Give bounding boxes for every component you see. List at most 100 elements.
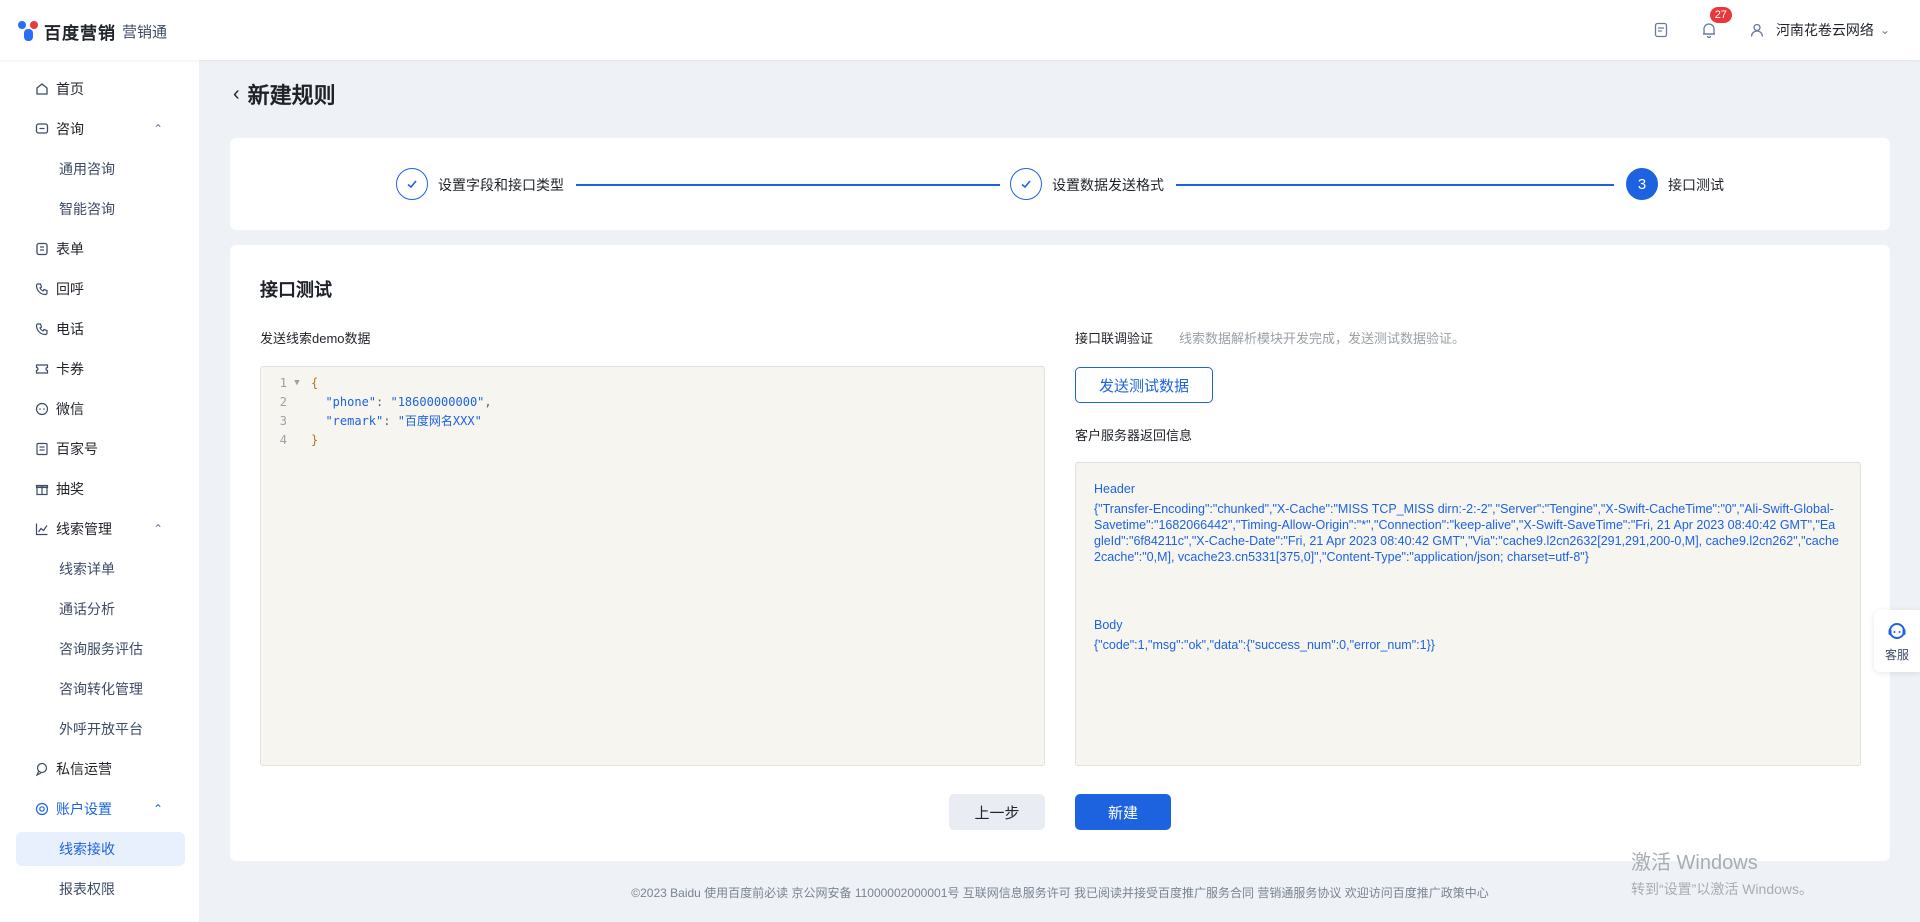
- sidebar-item-label: 回呼: [56, 281, 84, 297]
- sidebar-item-callback[interactable]: 回呼: [16, 272, 185, 306]
- chevron-up-icon: ⌃: [152, 522, 163, 536]
- brand-main: 百度营销: [44, 23, 116, 43]
- sidebar-item-label: 线索管理: [56, 521, 112, 537]
- previous-step-button[interactable]: 上一步: [949, 794, 1045, 830]
- demo-data-label: 发送线索demo数据: [260, 331, 371, 346]
- response-body-title: Body: [1094, 618, 1123, 632]
- sidebar-item-label: 外呼开放平台: [59, 721, 143, 737]
- sidebar-item-smart-consult[interactable]: 智能咨询: [16, 192, 185, 226]
- ticket-icon: [34, 361, 50, 377]
- wechat-icon: [34, 401, 50, 417]
- line-number: 4: [279, 432, 287, 447]
- top-bar: 百度营销 营销通 27 河南花卷云网络 ⌄: [0, 0, 1920, 60]
- chevron-up-icon: ⌃: [152, 122, 163, 136]
- sidebar-item-label: 电话: [56, 321, 84, 337]
- send-test-data-button[interactable]: 发送测试数据: [1075, 367, 1213, 403]
- demo-data-editor[interactable]: 1 ▼ { 2 "phone": "18600000000", 3 "remar…: [260, 366, 1045, 766]
- sidebar-item-home[interactable]: 首页: [16, 72, 185, 106]
- step-connector: [1176, 184, 1614, 186]
- sidebar-item-label: 抽奖: [56, 481, 84, 497]
- sidebar-item-phone[interactable]: 电话: [16, 312, 185, 346]
- steps-card: 设置字段和接口类型 设置数据发送格式 3 接口测试: [230, 138, 1890, 230]
- sidebar-item-label: 私信运营: [56, 761, 112, 777]
- back-arrow-icon[interactable]: ‹: [233, 83, 240, 106]
- sidebar-item-label: 百家号: [56, 441, 98, 457]
- chat-icon: [34, 121, 50, 137]
- step-done-icon: [396, 168, 428, 200]
- step-current-number: 3: [1626, 168, 1658, 200]
- sidebar-item-leads[interactable]: 线索管理 ⌃: [16, 512, 185, 546]
- response-label: 客户服务器返回信息: [1075, 428, 1193, 443]
- sidebar-item-label: 咨询服务评估: [59, 641, 143, 657]
- sidebar-item-label: 通用咨询: [59, 161, 115, 177]
- sidebar-item-lead-receiving[interactable]: 线索接收: [16, 832, 185, 866]
- code-close-brace: }: [311, 432, 319, 447]
- bell-icon[interactable]: 27: [1698, 7, 1732, 41]
- response-body-value: {"code":1,"msg":"ok","data":{"success_nu…: [1094, 638, 1435, 652]
- code-key: "remark": [325, 414, 384, 428]
- user-name[interactable]: 河南花卷云网络: [1776, 20, 1874, 40]
- sidebar-item-label: 首页: [56, 81, 84, 97]
- message-icon: [34, 761, 50, 777]
- windows-activation-watermark: 激活 Windows 转到“设置”以激活 Windows。: [1631, 846, 1813, 899]
- sidebar-item-form[interactable]: 表单: [16, 232, 185, 266]
- joint-debug-label: 接口联调验证: [1075, 331, 1154, 346]
- watermark-line2: 转到“设置”以激活 Windows。: [1631, 881, 1814, 897]
- code-value: "18600000000": [390, 394, 485, 409]
- sidebar-item-label: 表单: [56, 241, 84, 257]
- sidebar-item-label: 咨询: [56, 121, 84, 137]
- sidebar-item-lead-details[interactable]: 线索详单: [16, 552, 185, 586]
- section-title: 接口测试: [260, 280, 332, 300]
- create-button[interactable]: 新建: [1075, 794, 1171, 830]
- interface-test-card: 接口测试 发送线索demo数据 1 ▼ { 2 "phone": "186000…: [230, 245, 1890, 861]
- sidebar-item-lottery[interactable]: 抽奖: [16, 472, 185, 506]
- sidebar-item-conversion-management[interactable]: 咨询转化管理: [16, 672, 185, 706]
- joint-debug-hint: 线索数据解析模块开发完成，发送测试数据验证。: [1179, 331, 1466, 346]
- phone-icon: [34, 281, 50, 297]
- sidebar-item-coupon[interactable]: 卡券: [16, 352, 185, 386]
- sidebar-item-label: 账户设置: [56, 801, 112, 817]
- chevron-down-icon[interactable]: ⌄: [1880, 23, 1890, 37]
- user-icon[interactable]: [1746, 19, 1768, 41]
- step-connector: [576, 184, 1000, 186]
- sidebar-item-private-message[interactable]: 私信运营: [16, 752, 185, 786]
- step-done-icon: [1010, 168, 1042, 200]
- brand-logo[interactable]: 百度营销 营销通: [16, 18, 167, 44]
- sidebar-item-label: 咨询转化管理: [59, 681, 143, 697]
- sidebar-item-service-evaluation[interactable]: 咨询服务评估: [16, 632, 185, 666]
- chart-icon: [34, 521, 50, 537]
- fold-icon[interactable]: ▼: [287, 378, 307, 388]
- step-label: 接口测试: [1668, 177, 1724, 193]
- sidebar-item-consult[interactable]: 咨询 ⌃: [16, 112, 185, 146]
- sidebar-item-label: 线索接收: [59, 841, 115, 857]
- response-header-value: {"Transfer-Encoding":"chunked","X-Cache"…: [1094, 502, 1839, 564]
- sidebar-item-outbound-platform[interactable]: 外呼开放平台: [16, 712, 185, 746]
- sidebar-item-label: 通话分析: [59, 601, 115, 617]
- code-key: "phone": [325, 394, 377, 409]
- customer-service-button[interactable]: 客服: [1874, 610, 1920, 672]
- step-label: 设置字段和接口类型: [438, 177, 564, 193]
- sidebar-item-wechat[interactable]: 微信: [16, 392, 185, 426]
- watermark-line1: 激活 Windows: [1631, 852, 1758, 874]
- line-number: 1: [279, 375, 287, 390]
- step-label: 设置数据发送格式: [1052, 177, 1164, 193]
- page-title-text: 新建规则: [247, 83, 336, 108]
- sidebar-item-label: 线索详单: [59, 561, 115, 577]
- notification-badge: 27: [1709, 7, 1732, 23]
- response-header-title: Header: [1094, 482, 1135, 496]
- sidebar-item-account-settings[interactable]: 账户设置 ⌃: [16, 792, 185, 826]
- sidebar-item-general-consult[interactable]: 通用咨询: [16, 152, 185, 186]
- sidebar-item-report-permissions[interactable]: 报表权限: [16, 872, 185, 906]
- chevron-up-icon: ⌃: [152, 802, 163, 816]
- brand-sub: 营销通: [122, 23, 168, 41]
- sidebar-item-baijiahao[interactable]: 百家号: [16, 432, 185, 466]
- home-icon: [34, 81, 50, 97]
- sidebar-item-label: 卡券: [56, 361, 84, 377]
- sidebar-item-label: 智能咨询: [59, 201, 115, 217]
- sidebar-item-call-analysis[interactable]: 通话分析: [16, 592, 185, 626]
- sidebar-item-label: 微信: [56, 401, 84, 417]
- document-icon[interactable]: [1650, 19, 1672, 41]
- phone-icon: [34, 321, 50, 337]
- customer-service-label: 客服: [1884, 647, 1909, 662]
- gift-icon: [34, 481, 50, 497]
